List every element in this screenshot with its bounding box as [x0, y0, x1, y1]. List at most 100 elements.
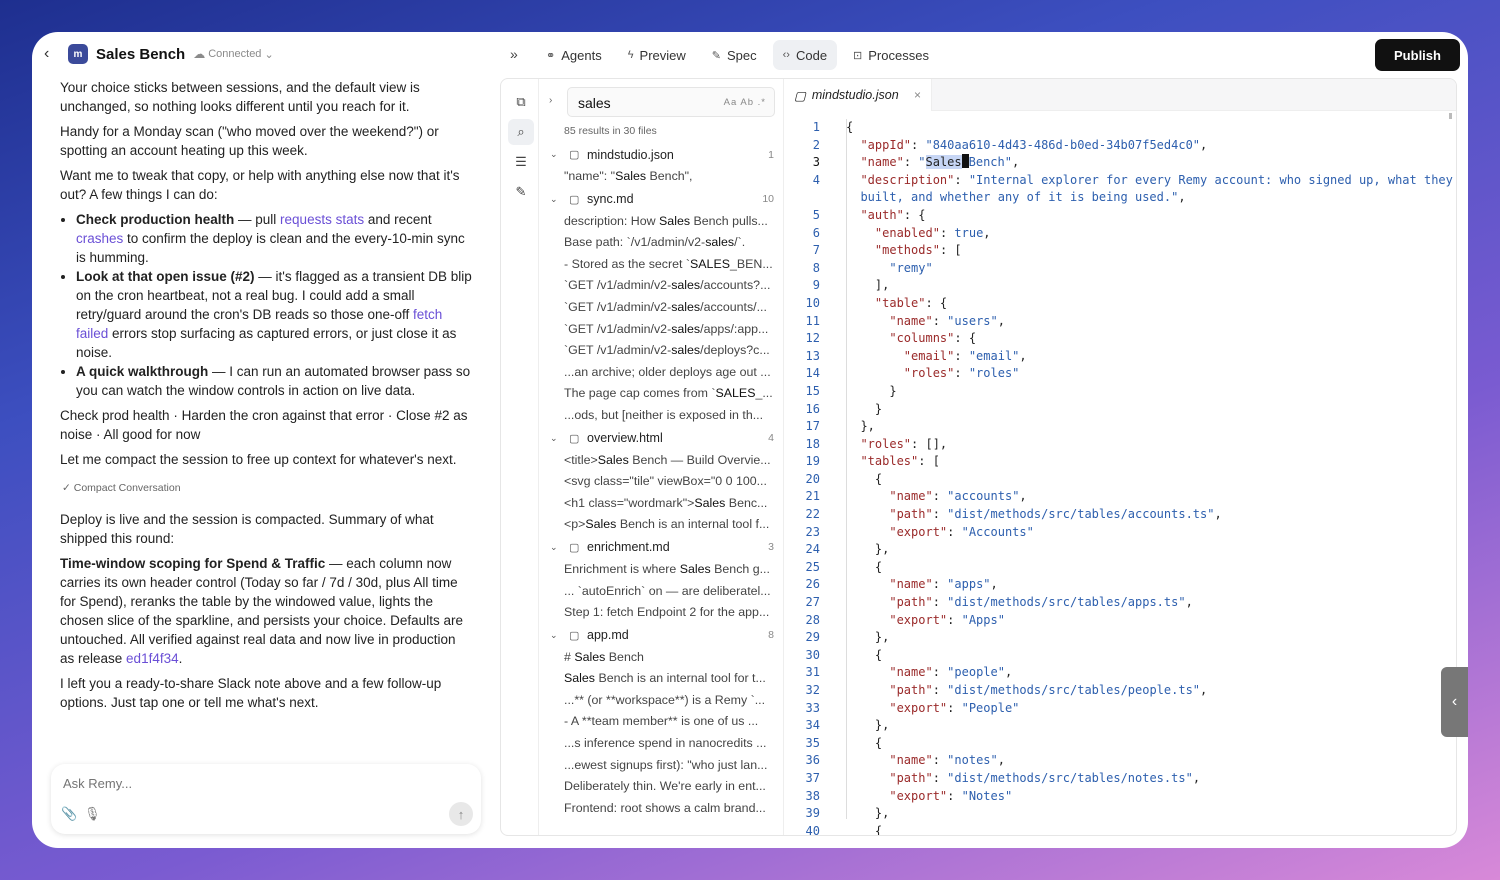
side-panel-toggle[interactable]: ‹ [1441, 667, 1468, 737]
microphone-icon[interactable]: 🎙 [84, 806, 101, 822]
result-line[interactable]: The page cap comes from `SALES_... [539, 383, 783, 405]
chevron-down-icon[interactable]: ⌄ [550, 433, 558, 444]
list-item-text: to confirm the deploy is clean and the e… [76, 231, 465, 265]
tab-agents[interactable]: ⚭ Agents [536, 40, 612, 70]
result-line[interactable]: # Sales Bench [539, 647, 783, 669]
brush-icon[interactable]: ✎ [508, 179, 534, 205]
result-line[interactable]: ...** (or **workspace**) is a Remy `... [539, 690, 783, 712]
result-text: Enrichment is where [564, 561, 680, 576]
code-text: }, [846, 418, 874, 436]
code-content[interactable]: 1{2 "appId": "840aa610-4d43-486d-b0ed-34… [784, 119, 1456, 835]
line-number: 29 [805, 630, 820, 645]
file-icon: ▢ [569, 629, 580, 642]
files-icon[interactable]: ⧉ [508, 89, 534, 115]
tab-code[interactable]: ‹› Code [772, 40, 838, 70]
result-line[interactable]: Deliberately thin. We're early in ent... [539, 776, 783, 798]
publish-button[interactable]: Publish [1375, 39, 1460, 71]
code-text: "roles": [], [846, 436, 947, 454]
result-line[interactable]: Step 1: fetch Endpoint 2 for the app... [539, 602, 783, 624]
code-text: "table": { [846, 295, 947, 313]
line-number: 10 [805, 295, 820, 310]
result-file-header[interactable]: ⌄ ▢ overview.html 4 [539, 427, 783, 450]
result-line[interactable]: <p>Sales Bench is an internal tool f... [539, 514, 783, 536]
message-input[interactable] [63, 776, 443, 791]
result-line[interactable]: ...ods, but [neither is exposed in th... [539, 405, 783, 427]
result-text: <p> [564, 517, 586, 532]
code-line: 19 "tables": [ [784, 453, 1456, 471]
result-line[interactable]: - A **team member** is one of us ... [539, 711, 783, 733]
back-chevron-icon[interactable]: ‹ [44, 45, 60, 63]
code-token: }, [846, 718, 890, 733]
chevron-down-icon[interactable]: ⌄ [550, 630, 558, 641]
result-line[interactable]: `GET /v1/admin/v2-sales/accounts?... [539, 275, 783, 297]
result-line[interactable]: `GET /v1/admin/v2-sales/apps/:app... [539, 319, 783, 341]
chevron-down-icon[interactable]: ⌄ [550, 194, 558, 205]
result-line[interactable]: ...an archive; older deploys age out ... [539, 362, 783, 384]
expand-panel-icon[interactable]: » [510, 46, 518, 62]
close-icon[interactable]: × [914, 88, 921, 102]
file-icon: ▢ [569, 541, 580, 554]
line-number: 7 [812, 243, 820, 258]
release-link[interactable]: ed1f4f34 [126, 651, 179, 666]
requests-stats-link[interactable]: requests stats [280, 212, 364, 227]
search-icon[interactable]: ⌕ [508, 119, 534, 145]
result-line[interactable]: `GET /v1/admin/v2-sales/accounts/... [539, 297, 783, 319]
message-paragraph: Let me compact the session to free up co… [60, 452, 457, 467]
result-file-header[interactable]: ⌄ ▢ app.md 8 [539, 624, 783, 647]
result-line[interactable]: <h1 class="wordmark">Sales Benc... [539, 493, 783, 515]
app-title[interactable]: Sales Bench [96, 46, 185, 63]
database-icon[interactable]: ☰ [508, 149, 534, 175]
code-token: , [1200, 683, 1208, 697]
search-input[interactable]: sales Aa Ab .* [567, 87, 775, 117]
top-nav: » ⚭ Agents ϟ Preview ✎ Spec ‹› Code ⊡ Processes P… [502, 32, 1468, 76]
result-line[interactable]: <title>Sales Bench — Build Overvie... [539, 450, 783, 472]
result-line[interactable]: Enrichment is where Sales Bench g... [539, 559, 783, 581]
line-number: 18 [805, 436, 820, 451]
connection-status[interactable]: ☁ Connected ⌄ [193, 47, 273, 61]
result-text: Step 1: fetch Endpoint 2 for the app... [564, 605, 770, 620]
tab-preview[interactable]: ϟ Preview [618, 40, 696, 70]
code-text: "roles": "roles" [846, 365, 1020, 383]
result-line[interactable]: ...ewest signups first): "who just lan..… [539, 755, 783, 777]
result-line[interactable]: description: How Sales Bench pulls... [539, 211, 783, 233]
code-token: : { [954, 331, 977, 346]
code-text: "enabled": true, [846, 225, 991, 243]
chevron-right-icon[interactable]: › [549, 95, 552, 106]
result-line[interactable]: Sales Bench is an internal tool for t... [539, 668, 783, 690]
line-number: 23 [805, 524, 820, 539]
scrollbar[interactable] [1449, 113, 1452, 119]
result-line[interactable]: - Stored as the secret `SALES_BEN... [539, 254, 783, 276]
editor-tab[interactable]: ▢ mindstudio.json × [784, 79, 932, 111]
paperclip-icon[interactable]: 📎 [61, 806, 77, 822]
result-file-header[interactable]: ⌄ ▢ sync.md 10 [539, 188, 783, 211]
tab-spec[interactable]: ✎ Spec [702, 40, 767, 70]
tab-processes[interactable]: ⊡ Processes [843, 40, 939, 70]
send-button[interactable]: ↑ [449, 802, 473, 826]
code-text: } [846, 383, 896, 401]
result-file-name: app.md [587, 628, 629, 643]
result-line[interactable]: <svg class="tile" viewBox="0 0 100... [539, 471, 783, 493]
result-line[interactable]: ...s inference spend in nanocredits ... [539, 733, 783, 755]
chevron-down-icon[interactable]: ⌄ [550, 542, 558, 553]
result-file-name: mindstudio.json [587, 147, 674, 162]
result-line[interactable]: Base path: `/v1/admin/v2-sales/`. [539, 232, 783, 254]
chevron-down-icon[interactable]: ⌄ [550, 149, 558, 160]
code-line: 12 "columns": { [784, 330, 1456, 348]
result-line[interactable]: Frontend: root shows a calm brand... [539, 798, 783, 820]
search-options[interactable]: Aa Ab .* [724, 97, 766, 108]
code-line: 17 }, [784, 418, 1456, 436]
code-token: "people" [947, 665, 1005, 680]
line-number: 12 [805, 331, 820, 346]
result-line[interactable]: "name": "Sales Bench", [539, 166, 783, 188]
code-text: ], [846, 277, 889, 295]
result-line[interactable]: ... `autoEnrich` on — are deliberatel... [539, 581, 783, 603]
code-text: built, and whether any of it is being us… [846, 189, 1185, 207]
result-line[interactable]: `GET /v1/admin/v2-sales/deploys?c... [539, 340, 783, 362]
result-file-header[interactable]: ⌄ ▢ enrichment.md 3 [539, 536, 783, 559]
result-file-header[interactable]: ⌄ ▢ mindstudio.json 1 [539, 143, 783, 166]
code-token: : [], [911, 436, 948, 451]
crashes-link[interactable]: crashes [76, 231, 123, 246]
code-text: "email": "email", [846, 348, 1027, 366]
